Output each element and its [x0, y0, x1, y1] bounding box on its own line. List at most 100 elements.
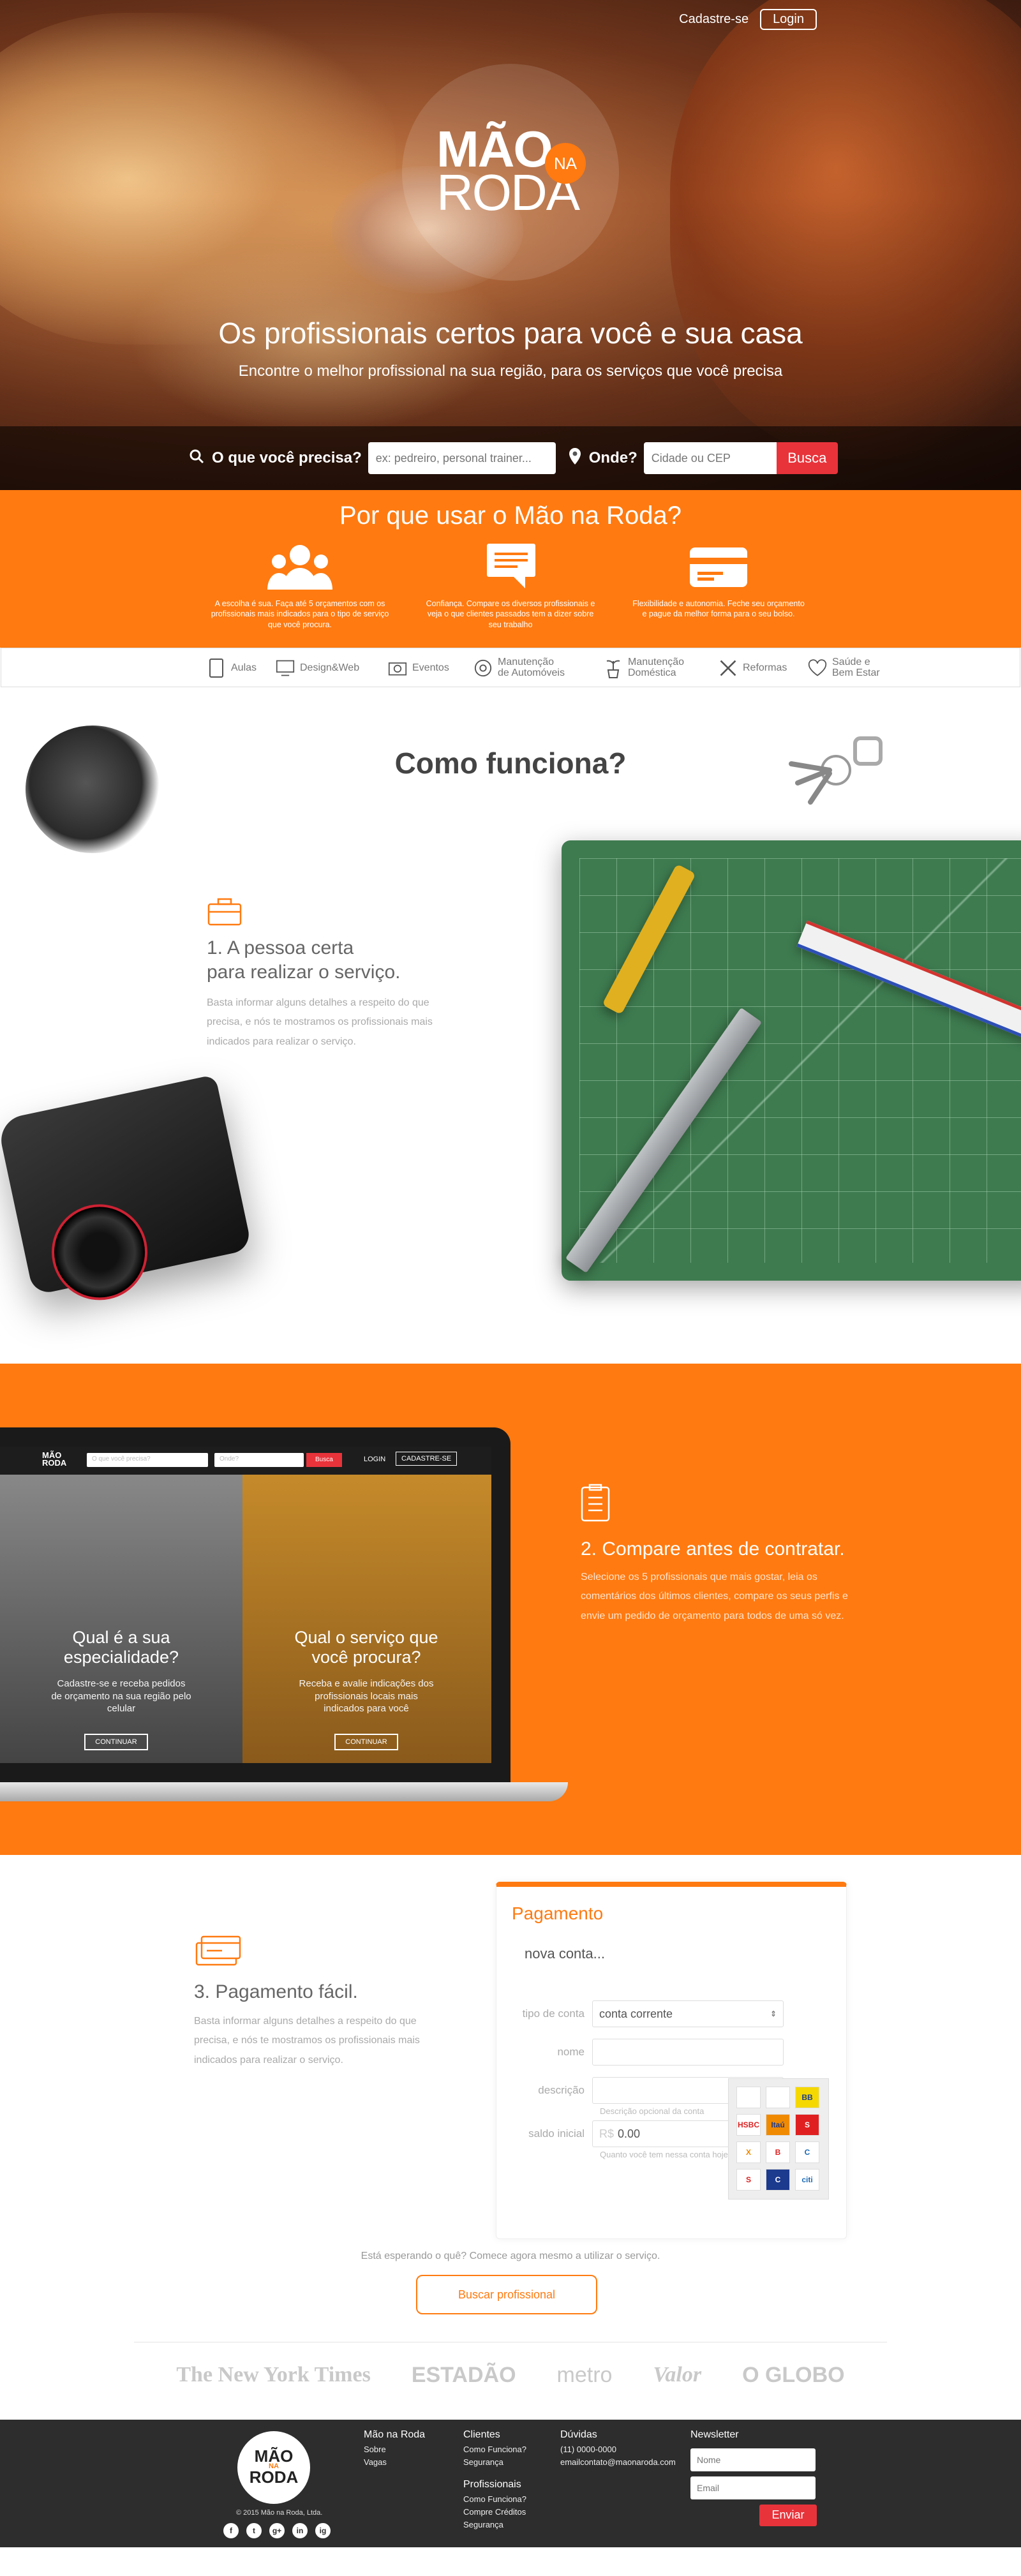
step3-text: Basta informar alguns detalhes a respeit… — [194, 2016, 420, 2066]
footer-link[interactable]: Como Funciona? — [463, 2443, 526, 2456]
bank-option[interactable]: B — [766, 2141, 790, 2163]
camera-icon — [388, 657, 407, 679]
category-reformas[interactable]: Reformas — [719, 657, 787, 679]
plant-icon — [604, 657, 623, 679]
laptop-left-text: Cadastre-se e receba pedidos de orçament… — [51, 1678, 191, 1714]
bank-option[interactable]: BB — [795, 2087, 819, 2108]
what-input[interactable] — [368, 442, 556, 474]
bank-option[interactable]: C — [795, 2141, 819, 2163]
category-automoveis[interactable]: Manutenção de Automóveis — [473, 657, 568, 679]
footer-link[interactable]: Vagas — [364, 2456, 425, 2469]
footer-col-title: Dúvidas — [560, 2429, 597, 2440]
monitor-icon — [276, 657, 295, 679]
category-label: Eventos — [412, 662, 449, 673]
category-eventos[interactable]: Eventos — [388, 657, 449, 679]
footer-col-help: Dúvidas (11) 0000-0000 emailcontato@maon… — [560, 2427, 676, 2469]
laptop-navbar: MÃO RODA O que você precisa? Onde? Busca … — [0, 1447, 491, 1475]
cta-section: Está esperando o quê? Comece agora mesmo… — [0, 2251, 1021, 2420]
press-logo: ESTADÃO — [411, 2363, 516, 2387]
bank-option[interactable]: X — [736, 2141, 761, 2163]
logo-na-badge: NA — [545, 143, 586, 184]
bank-option[interactable]: Itaú — [766, 2114, 790, 2136]
footer-logo-line2: RODA — [249, 2468, 299, 2487]
footer-link[interactable]: Como Funciona? — [463, 2493, 526, 2506]
account-type-select[interactable]: conta corrente ⇕ — [592, 2000, 784, 2027]
balance-label: saldo inicial — [528, 2127, 585, 2140]
category-design-web[interactable]: Design&Web — [276, 657, 359, 679]
where-input[interactable] — [643, 442, 777, 474]
account-name[interactable]: nova conta... — [525, 1946, 605, 1962]
search-button[interactable]: Busca — [776, 442, 838, 474]
feature-flexibility: Flexibilidade e autonomia. Feche seu orç… — [629, 541, 808, 620]
hero-headline: Os profissionais certos para você e sua … — [218, 316, 803, 350]
gear-icon — [473, 657, 493, 679]
balance-value: 0.00 — [618, 2127, 641, 2140]
footer-col-professionals: Profissionais Como Funciona? Compre Créd… — [463, 2477, 526, 2531]
category-domestica[interactable]: Manutenção Doméstica — [604, 657, 692, 679]
bank-option[interactable]: citi — [795, 2169, 819, 2191]
linkedin-icon[interactable]: in — [292, 2523, 308, 2538]
location-pin-icon — [569, 447, 581, 469]
instagram-icon[interactable]: ig — [315, 2523, 331, 2538]
newsletter-email-input[interactable] — [690, 2476, 816, 2499]
footer-phone[interactable]: (11) 0000-0000 — [560, 2443, 676, 2456]
laptop-mockup: MÃO RODA O que você precisa? Onde? Busca … — [0, 1427, 568, 1804]
footer-link[interactable]: Sobre — [364, 2443, 425, 2456]
heart-icon — [808, 657, 827, 679]
step2-title: 2. Compare antes de contratar. — [581, 1538, 845, 1560]
laptop-right-text: Receba e avalie indicações dos profissio… — [299, 1678, 434, 1714]
tablet-icon — [207, 657, 226, 679]
laptop-logo: MÃO RODA — [42, 1450, 67, 1468]
laptop-search-button: Busca — [306, 1453, 342, 1467]
laptop-left-button: CONTINUAR — [84, 1734, 148, 1750]
laptop-right-button: CONTINUAR — [334, 1734, 398, 1750]
footer-logo-line1: MÃO — [254, 2446, 294, 2466]
footer-email[interactable]: emailcontato@maonaroda.com — [560, 2456, 676, 2469]
name-field[interactable] — [592, 2039, 784, 2066]
find-professional-button[interactable]: Buscar profissional — [416, 2275, 597, 2314]
footer-col-title: Clientes — [463, 2429, 500, 2440]
footer-link[interactable]: Compre Créditos — [463, 2506, 526, 2519]
login-button[interactable]: Login — [760, 9, 817, 30]
newsletter-name-input[interactable] — [690, 2448, 816, 2471]
footer-logo[interactable]: MÃO NA RODA — [237, 2431, 310, 2504]
chevron-updown-icon: ⇕ — [770, 2009, 777, 2018]
cutting-mat-image — [562, 840, 1021, 1281]
bank-option[interactable]: S — [795, 2114, 819, 2136]
google-plus-icon[interactable]: g+ — [269, 2523, 285, 2538]
press-logo: metro — [556, 2363, 613, 2387]
why-title: Por que usar o Mão na Roda? — [339, 502, 682, 530]
account-type-label: tipo de conta — [522, 2007, 585, 2020]
bank-option[interactable]: S — [736, 2169, 761, 2191]
step2-text: Selecione os 5 profissionais que mais go… — [581, 1572, 848, 1621]
facebook-icon[interactable]: f — [223, 2523, 239, 2538]
feature-trust: Confiança. Compare os diversos profissio… — [421, 541, 600, 630]
briefcase-icon — [207, 897, 242, 929]
category-label: Reformas — [743, 662, 787, 673]
bank-option[interactable] — [766, 2087, 790, 2108]
category-aulas[interactable]: Aulas — [207, 657, 257, 679]
what-label: O que você precisa? — [212, 449, 362, 466]
people-icon — [265, 541, 335, 592]
laptop-search-input: O que você precisa? — [87, 1453, 208, 1467]
category-label: Saúde e Bem Estar — [832, 657, 880, 678]
camera-image — [0, 1074, 253, 1309]
bank-picker: BB HSBC Itaú S X B C S C citi — [728, 2078, 829, 2200]
footer-link[interactable]: Segurança — [463, 2519, 526, 2531]
bank-option[interactable]: HSBC — [736, 2114, 761, 2136]
logo[interactable]: MÃO RODA NA — [436, 124, 586, 218]
laptop-right-title: Qual o serviço que você procura? — [294, 1628, 438, 1667]
bank-option[interactable] — [736, 2087, 761, 2108]
newsletter-send-button[interactable]: Enviar — [759, 2504, 817, 2526]
bank-option[interactable]: C — [766, 2169, 790, 2191]
signup-link[interactable]: Cadastre-se — [679, 12, 749, 27]
footer-col-clients: Clientes Como Funciona? Segurança — [463, 2427, 526, 2469]
category-bar: Aulas Design&Web Eventos Manutenção de A… — [1, 648, 1020, 687]
twitter-icon[interactable]: t — [246, 2523, 262, 2538]
footer-link[interactable]: Segurança — [463, 2456, 526, 2469]
press-logo: Valor — [653, 2363, 702, 2386]
copyright: © 2015 Mão na Roda, Ltda. — [236, 2509, 323, 2517]
name-row: nome — [496, 2039, 784, 2066]
category-saude[interactable]: Saúde e Bem Estar — [808, 657, 890, 679]
feature-text: A escolha é sua. Faça até 5 orçamentos c… — [211, 599, 389, 629]
